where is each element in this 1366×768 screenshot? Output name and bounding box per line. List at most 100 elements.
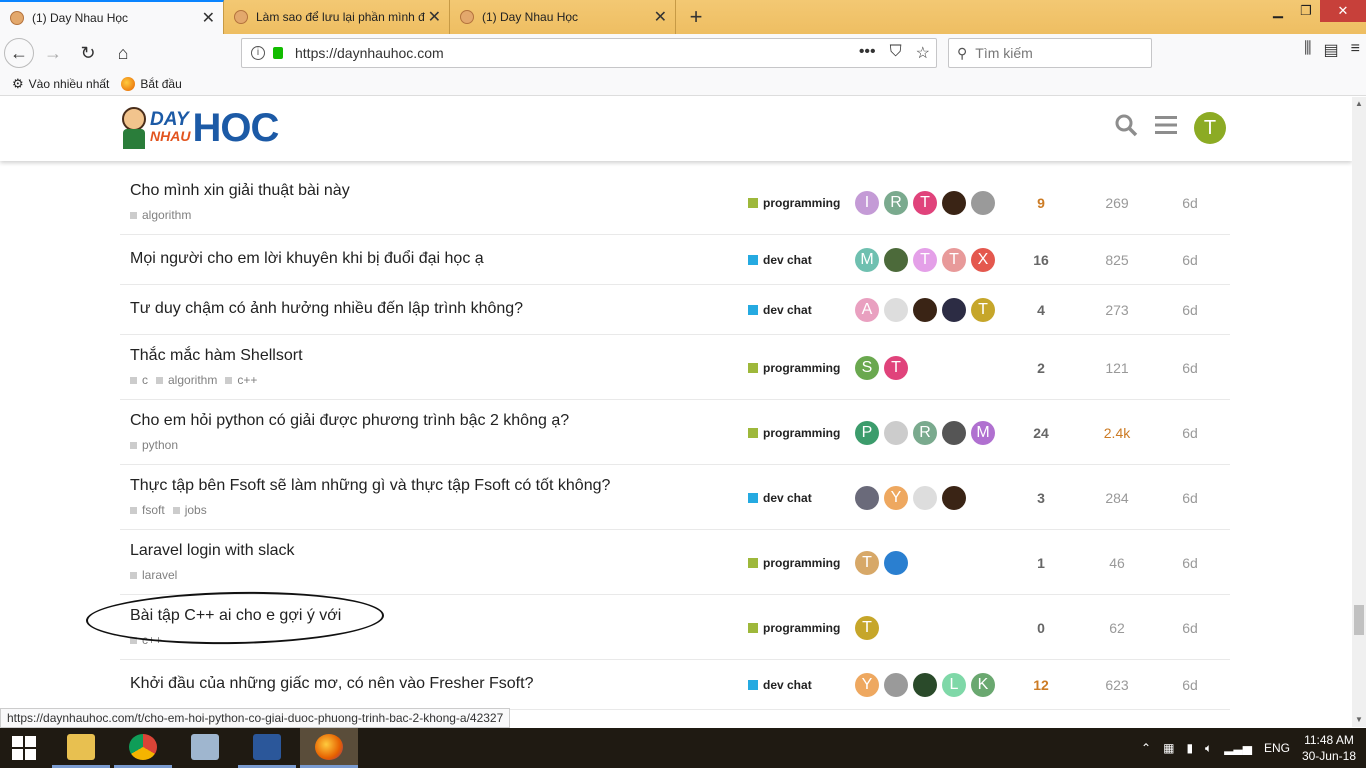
reply-count[interactable]: 4 [1016,302,1066,318]
topic-title-link[interactable]: Cho mình xin giải thuật bài này [130,182,350,200]
poster-avatar[interactable]: Y [855,673,879,697]
page-scrollbar[interactable]: ▲ ▼ [1352,97,1366,727]
activity-age[interactable]: 6d [1170,677,1210,693]
poster-avatar[interactable] [855,485,879,510]
back-button[interactable]: ← [4,38,34,68]
reply-count[interactable]: 24 [1016,425,1066,441]
poster-avatar[interactable] [913,298,937,322]
category-badge[interactable]: dev chat [748,678,812,692]
reply-count[interactable]: 16 [1016,252,1066,268]
poster-avatar[interactable] [942,191,966,215]
category-badge[interactable]: dev chat [748,491,812,505]
poster-avatar[interactable]: P [855,420,879,445]
category-badge[interactable]: dev chat [748,253,812,267]
url-text[interactable]: https://daynhauhoc.com [295,45,444,61]
category-badge[interactable]: programming [748,196,840,210]
language-indicator[interactable]: ENG [1264,741,1290,755]
browser-tab-2[interactable]: Làm sao để lưu lại phần mình đ ✕ [224,0,450,34]
scroll-up-icon[interactable]: ▲ [1352,97,1366,111]
taskbar-firefox[interactable] [300,728,358,768]
restore-icon[interactable]: ❐ [1292,0,1320,22]
reply-count[interactable]: 3 [1016,490,1066,506]
forward-button[interactable]: → [37,37,69,69]
category-badge[interactable]: programming [748,556,840,570]
poster-avatar[interactable]: T [913,191,937,215]
bookmark-star-icon[interactable]: ☆ [916,43,930,63]
close-window-icon[interactable]: ✕ [1320,0,1366,22]
reply-count[interactable]: 2 [1016,360,1066,376]
user-avatar[interactable]: T [1194,112,1226,144]
tag-link[interactable]: jobs [173,503,207,517]
reply-count[interactable]: 9 [1016,195,1066,211]
reload-button[interactable]: ↻ [72,37,104,69]
chevron-up-icon[interactable]: ⌃ [1141,741,1151,755]
scroll-thumb[interactable] [1354,605,1364,635]
topic-title-link[interactable]: Khởi đầu của những giấc mơ, có nên vào F… [130,675,533,693]
category-badge[interactable]: programming [748,361,840,375]
browser-tab-1[interactable]: (1) Day Nhau Học ✕ [0,0,224,34]
new-tab-button[interactable]: + [676,0,716,34]
home-button[interactable]: ⌂ [107,37,139,69]
page-actions-icon[interactable]: ••• [859,43,876,63]
topic-title-link[interactable]: Thực tập bên Fsoft sẽ làm những gì và th… [130,477,610,495]
site-logo[interactable]: DAY NHAU HOC [120,105,279,151]
poster-avatar[interactable]: R [884,191,908,215]
sidebar-icon[interactable]: ▤ [1324,40,1339,60]
library-icon[interactable]: ⫼ [1304,40,1311,60]
bookmark-most-visited[interactable]: ⚙ Vào nhiều nhất [12,76,109,92]
poster-avatar[interactable] [942,298,966,322]
scroll-down-icon[interactable]: ▼ [1352,713,1366,727]
poster-avatar[interactable]: T [855,550,879,575]
poster-avatar[interactable]: A [855,298,879,322]
taskbar-file-explorer[interactable] [52,728,110,768]
hamburger-menu-icon[interactable] [1154,114,1178,143]
close-tab-icon[interactable]: ✕ [654,7,667,27]
search-input[interactable]: ⚲ Tìm kiếm [948,38,1152,68]
poster-avatar[interactable]: T [942,248,966,272]
start-button[interactable] [0,728,48,768]
url-bar[interactable]: i https://daynhauhoc.com ••• ⛉ ☆ [241,38,937,68]
poster-avatar[interactable] [884,248,908,272]
activity-age[interactable]: 6d [1170,425,1210,441]
reply-count[interactable]: 12 [1016,677,1066,693]
close-tab-icon[interactable]: ✕ [428,7,441,27]
tag-link[interactable]: algorithm [130,208,191,222]
topic-title-link[interactable]: Laravel login with slack [130,542,295,560]
menu-icon[interactable]: ≡ [1351,40,1360,60]
tag-link[interactable]: python [130,438,178,452]
activity-age[interactable]: 6d [1170,490,1210,506]
activity-age[interactable]: 6d [1170,360,1210,376]
minimize-icon[interactable]: ▁ [1264,0,1292,22]
poster-avatar[interactable]: X [971,248,995,272]
activity-age[interactable]: 6d [1170,195,1210,211]
category-badge[interactable]: dev chat [748,303,812,317]
poster-avatar[interactable] [884,550,908,575]
search-icon[interactable] [1114,113,1138,144]
poster-avatar[interactable] [913,485,937,510]
poster-avatar[interactable] [913,673,937,697]
close-tab-icon[interactable]: ✕ [202,8,215,28]
taskbar-word[interactable] [238,728,296,768]
pocket-icon[interactable]: ⛉ [890,43,902,63]
poster-avatar[interactable] [942,485,966,510]
poster-avatar[interactable]: L [942,673,966,697]
tag-link[interactable]: laravel [130,568,177,582]
tag-link[interactable]: c [130,373,148,387]
reply-count[interactable]: 0 [1016,620,1066,636]
taskbar-chrome[interactable] [114,728,172,768]
volume-icon[interactable]: 🔈︎ [1205,741,1212,756]
poster-avatar[interactable]: T [971,298,995,322]
battery-icon[interactable]: ▮ [1186,741,1193,755]
browser-tab-3[interactable]: (1) Day Nhau Học ✕ [450,0,676,34]
bookmark-getting-started[interactable]: Bắt đầu [121,76,182,91]
category-badge[interactable]: programming [748,426,840,440]
activity-age[interactable]: 6d [1170,252,1210,268]
poster-avatar[interactable]: T [855,615,879,640]
info-icon[interactable]: i [251,46,265,60]
topic-title-link[interactable]: Tư duy chậm có ảnh hưởng nhiều đến lập t… [130,300,523,318]
topic-title-link[interactable]: Cho em hỏi python có giải được phương tr… [130,412,569,430]
taskbar-monitor[interactable] [176,728,234,768]
tag-link[interactable]: fsoft [130,503,165,517]
poster-avatar[interactable]: K [971,673,995,697]
poster-avatar[interactable] [942,420,966,445]
